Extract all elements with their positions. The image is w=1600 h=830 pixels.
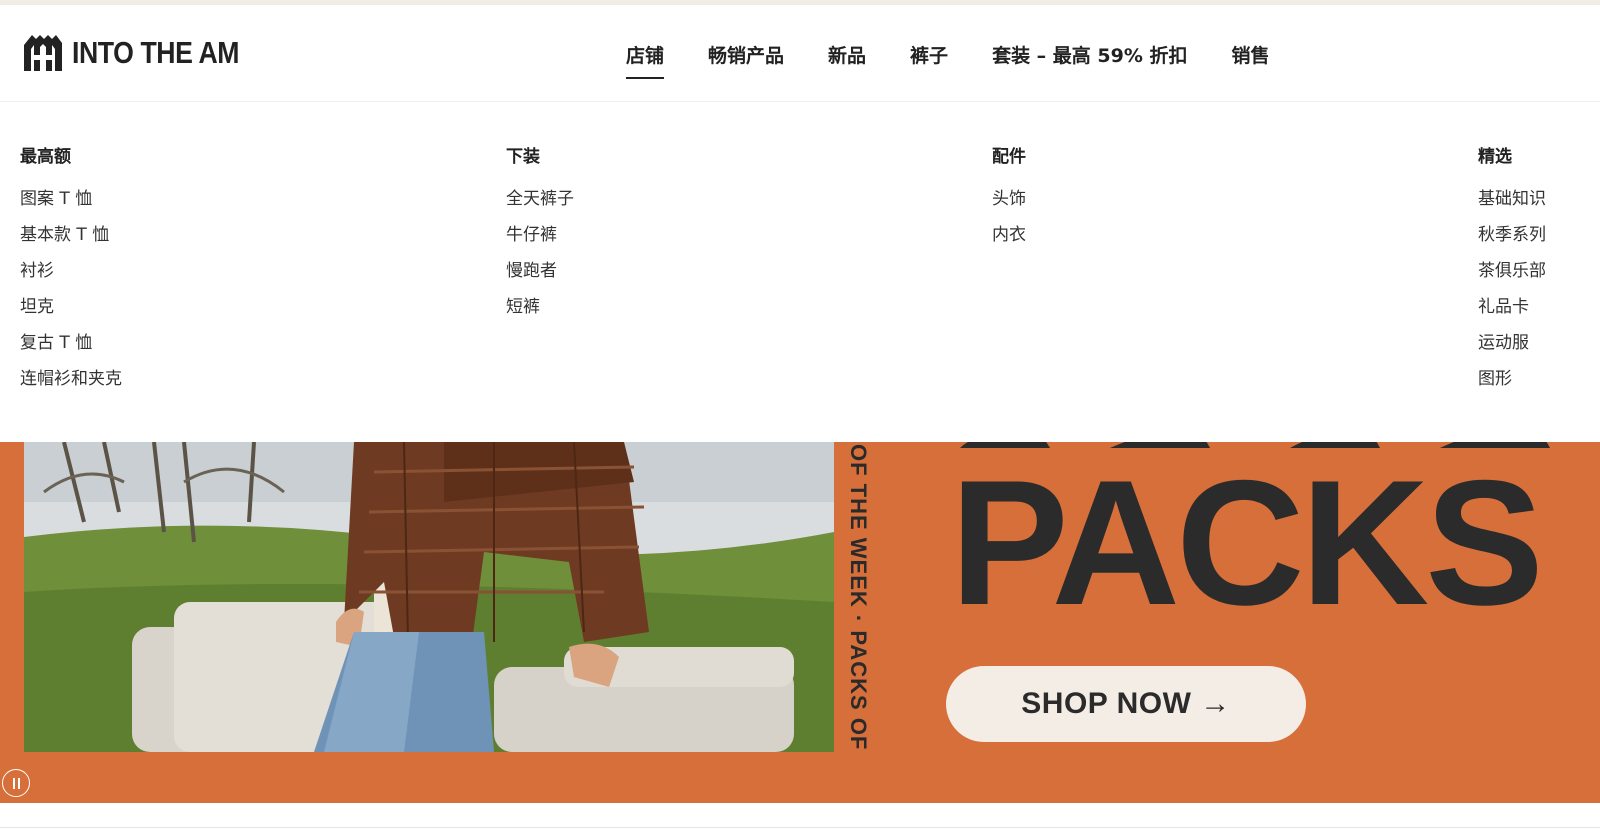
banner-headline: PACKS: [950, 443, 1544, 642]
menu-column-accessories: 配件 头饰 内衣: [992, 146, 1026, 260]
nav-item-sale[interactable]: 销售: [1232, 41, 1270, 81]
nav-item-packs[interactable]: 套装 – 最高 59% 折扣: [992, 41, 1187, 81]
menu-link[interactable]: 内衣: [992, 224, 1026, 260]
logo-mark-icon: [24, 35, 62, 71]
nav-item-bestsellers[interactable]: 畅销产品: [708, 41, 784, 81]
menu-link[interactable]: 头饰: [992, 188, 1026, 224]
menu-link[interactable]: 秋季系列: [1478, 224, 1546, 260]
menu-column-tops: 最高额 图案 T 恤 基本款 T 恤 衬衫 坦克 复古 T 恤 连帽衫和夹克: [20, 146, 122, 404]
hero-photo: [24, 442, 834, 752]
menu-link[interactable]: 全天裤子: [506, 188, 574, 224]
menu-link[interactable]: 连帽衫和夹克: [20, 368, 122, 404]
hero-banner[interactable]: OF THE WEEK · PACKS OF PACKS SHOP NOW →: [0, 442, 1600, 803]
menu-link[interactable]: 坦克: [20, 296, 122, 332]
menu-column-title[interactable]: 配件: [992, 146, 1026, 188]
menu-link[interactable]: 图形: [1478, 368, 1546, 404]
menu-link[interactable]: 图案 T 恤: [20, 188, 122, 224]
menu-link[interactable]: 牛仔裤: [506, 224, 574, 260]
banner-vertical-text: OF THE WEEK · PACKS OF: [846, 443, 871, 751]
menu-link[interactable]: 衬衫: [20, 260, 122, 296]
menu-column-bottoms: 下装 全天裤子 牛仔裤 慢跑者 短裤: [506, 146, 574, 332]
shop-now-label: SHOP NOW →: [1021, 687, 1231, 720]
menu-column-title[interactable]: 下装: [506, 146, 574, 188]
brand-name: INTO THE AM: [72, 35, 240, 70]
brand-logo[interactable]: INTO THE AM: [20, 29, 266, 77]
nav-item-new[interactable]: 新品: [828, 41, 866, 81]
nav-item-pants[interactable]: 裤子: [910, 41, 948, 81]
nav-item-shop[interactable]: 店铺: [626, 41, 665, 81]
shop-now-button[interactable]: SHOP NOW →: [946, 666, 1306, 742]
menu-column-title[interactable]: 精选: [1478, 146, 1546, 188]
menu-link[interactable]: 运动服: [1478, 332, 1546, 368]
menu-link[interactable]: 复古 T 恤: [20, 332, 122, 368]
menu-column-featured: 精选 基础知识 秋季系列 茶俱乐部 礼品卡 运动服 图形: [1478, 146, 1546, 404]
menu-column-title[interactable]: 最高额: [20, 146, 122, 188]
mega-menu: 最高额 图案 T 恤 基本款 T 恤 衬衫 坦克 复古 T 恤 连帽衫和夹克 下…: [0, 102, 1600, 442]
menu-link[interactable]: 茶俱乐部: [1478, 260, 1546, 296]
main-nav: 店铺 畅销产品 新品 裤子 套装 – 最高 59% 折扣 销售: [626, 41, 1270, 81]
menu-link[interactable]: 短裤: [506, 296, 574, 332]
menu-link[interactable]: 礼品卡: [1478, 296, 1546, 332]
site-header: INTO THE AM 店铺 畅销产品 新品 裤子 套装 – 最高 59% 折扣…: [0, 5, 1600, 102]
menu-link[interactable]: 慢跑者: [506, 260, 574, 296]
divider: [0, 827, 1600, 828]
pause-icon[interactable]: [2, 769, 30, 797]
menu-link[interactable]: 基础知识: [1478, 188, 1546, 224]
menu-link[interactable]: 基本款 T 恤: [20, 224, 122, 260]
